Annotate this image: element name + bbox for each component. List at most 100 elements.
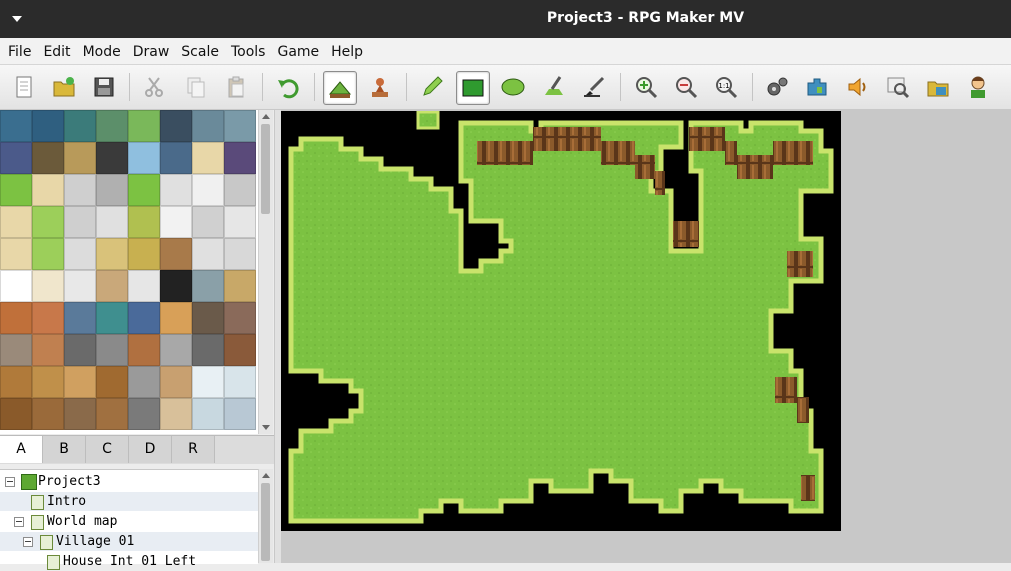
tile-swatch[interactable] (160, 270, 192, 302)
tile-swatch[interactable] (32, 366, 64, 398)
map-mode-button[interactable] (323, 71, 357, 105)
tile-swatch[interactable] (64, 270, 96, 302)
tile-swatch[interactable] (0, 270, 32, 302)
tile-swatch[interactable] (192, 270, 224, 302)
tab-b[interactable]: B (43, 436, 86, 463)
tile-swatch[interactable] (224, 334, 256, 366)
tab-r[interactable]: R (172, 436, 215, 463)
menu-mode[interactable]: Mode (75, 38, 125, 60)
tile-swatch[interactable] (64, 206, 96, 238)
tile-swatch[interactable] (224, 398, 256, 430)
tree-node-world-map[interactable]: World map (0, 512, 258, 531)
panel-splitter[interactable] (274, 110, 281, 563)
pencil-button[interactable] (416, 71, 448, 103)
tile-swatch[interactable] (192, 110, 224, 142)
menu-game[interactable]: Game (269, 38, 323, 60)
tile-swatch[interactable] (32, 334, 64, 366)
scroll-thumb[interactable] (261, 483, 270, 561)
event-mode-button[interactable] (364, 71, 396, 103)
tile-swatch[interactable] (64, 302, 96, 334)
tile-swatch[interactable] (160, 398, 192, 430)
tile-swatch[interactable] (0, 366, 32, 398)
sound-test-button[interactable] (842, 71, 874, 103)
tile-swatch[interactable] (32, 206, 64, 238)
tile-swatch[interactable] (224, 366, 256, 398)
tile-swatch[interactable] (224, 206, 256, 238)
paste-button[interactable] (220, 71, 252, 103)
fill-button[interactable] (538, 71, 570, 103)
plugin-manager-button[interactable] (801, 71, 833, 103)
copy-button[interactable] (180, 71, 212, 103)
save-project-button[interactable] (88, 71, 120, 103)
tile-swatch[interactable] (128, 206, 160, 238)
tile-swatch[interactable] (0, 174, 32, 206)
tile-swatch[interactable] (32, 142, 64, 174)
tile-swatch[interactable] (0, 142, 32, 174)
tile-swatch[interactable] (160, 302, 192, 334)
menu-file[interactable]: File (0, 38, 35, 60)
tile-swatch[interactable] (160, 206, 192, 238)
tile-swatch[interactable] (32, 302, 64, 334)
tile-swatch[interactable] (192, 366, 224, 398)
menu-help[interactable]: Help (323, 38, 367, 60)
tile-swatch[interactable] (128, 366, 160, 398)
character-generator-button[interactable] (962, 71, 994, 103)
tile-swatch[interactable] (32, 270, 64, 302)
menu-tools[interactable]: Tools (223, 38, 270, 60)
tile-swatch[interactable] (160, 174, 192, 206)
tile-swatch[interactable] (160, 334, 192, 366)
tab-c[interactable]: C (86, 436, 129, 463)
tree-node-village-01[interactable]: Village 01 (0, 532, 258, 551)
tile-swatch[interactable] (0, 206, 32, 238)
tile-swatch[interactable] (64, 366, 96, 398)
collapse-icon[interactable] (14, 517, 24, 527)
tile-swatch[interactable] (224, 142, 256, 174)
tree-node-intro[interactable]: Intro (0, 492, 258, 511)
tile-swatch[interactable] (32, 398, 64, 430)
tile-swatch[interactable] (0, 302, 32, 334)
scroll-down-icon[interactable] (262, 425, 270, 430)
tile-swatch[interactable] (192, 238, 224, 270)
tile-swatch[interactable] (96, 334, 128, 366)
tile-swatch[interactable] (192, 334, 224, 366)
menu-draw[interactable]: Draw (125, 38, 174, 60)
tile-swatch[interactable] (128, 110, 160, 142)
rectangle-button[interactable] (456, 71, 490, 105)
tile-swatch[interactable] (96, 270, 128, 302)
tile-swatch[interactable] (192, 174, 224, 206)
tile-swatch[interactable] (224, 238, 256, 270)
tileset-palette[interactable] (0, 110, 258, 434)
tile-swatch[interactable] (160, 142, 192, 174)
tile-swatch[interactable] (64, 398, 96, 430)
map-canvas[interactable] (281, 111, 841, 531)
tree-node-house-int-01-left[interactable]: House Int 01 Left (0, 552, 258, 571)
new-project-button[interactable] (8, 71, 40, 103)
tile-swatch[interactable] (192, 206, 224, 238)
tile-swatch[interactable] (96, 238, 128, 270)
tile-swatch[interactable] (96, 398, 128, 430)
tile-swatch[interactable] (32, 110, 64, 142)
open-project-button[interactable] (48, 71, 80, 103)
tab-a[interactable]: A (0, 436, 43, 463)
tile-swatch[interactable] (96, 174, 128, 206)
scroll-up-icon[interactable] (262, 114, 270, 119)
tile-swatch[interactable] (160, 238, 192, 270)
zoom-in-button[interactable] (630, 71, 662, 103)
tile-swatch[interactable] (64, 238, 96, 270)
tile-swatch[interactable] (96, 110, 128, 142)
actual-size-button[interactable]: 1:1 (710, 71, 742, 103)
tile-swatch[interactable] (128, 398, 160, 430)
tile-swatch[interactable] (192, 302, 224, 334)
tile-swatch[interactable] (0, 398, 32, 430)
tile-swatch[interactable] (224, 174, 256, 206)
tile-swatch[interactable] (160, 110, 192, 142)
shadow-pen-button[interactable] (578, 71, 610, 103)
tile-swatch[interactable] (128, 142, 160, 174)
zoom-out-button[interactable] (670, 71, 702, 103)
tile-swatch[interactable] (128, 334, 160, 366)
tile-swatch[interactable] (64, 142, 96, 174)
tile-swatch[interactable] (64, 334, 96, 366)
event-searcher-button[interactable] (882, 71, 914, 103)
tileset-scrollbar[interactable] (258, 110, 273, 434)
tile-swatch[interactable] (224, 110, 256, 142)
